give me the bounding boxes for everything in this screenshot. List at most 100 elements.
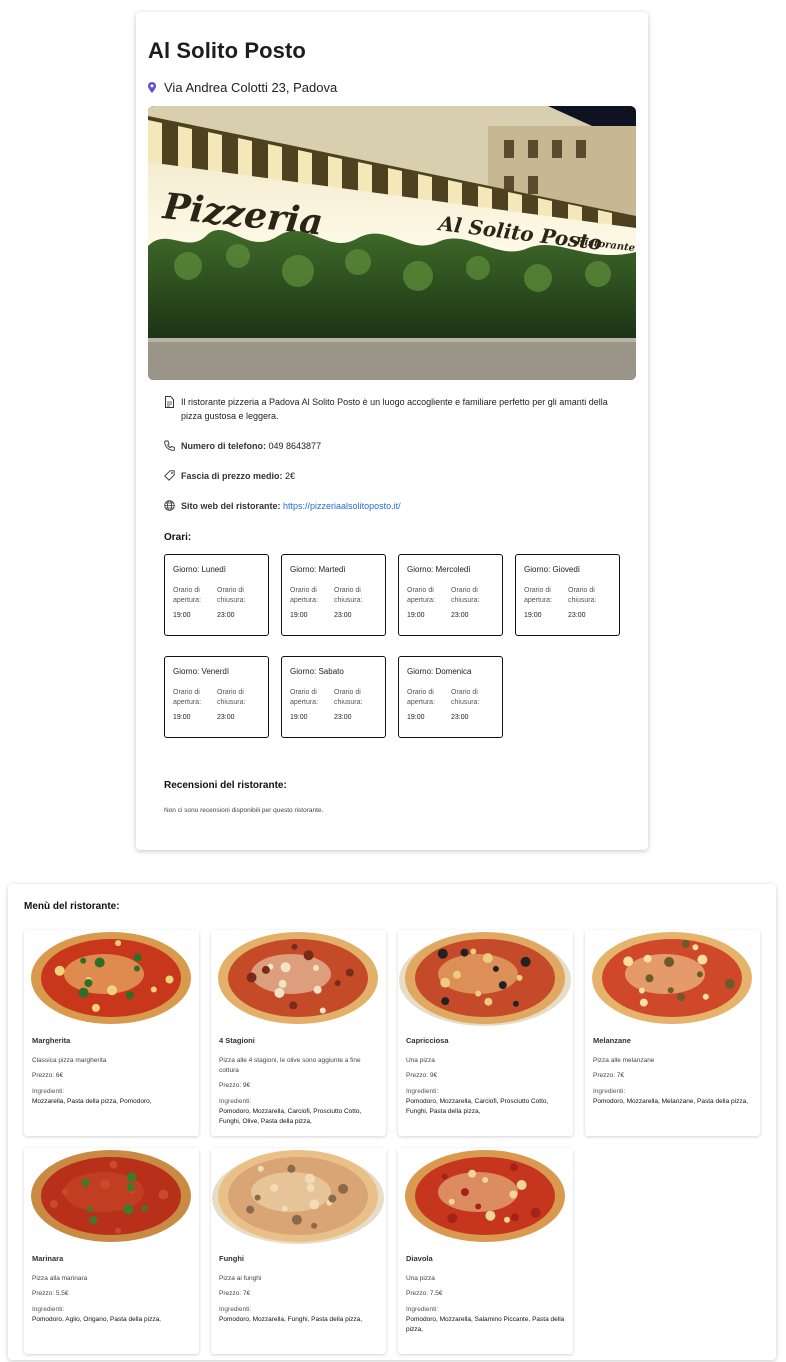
close-time: 23:00 [334, 714, 352, 721]
open-time: 19:00 [290, 714, 308, 721]
website-link[interactable]: https://pizzeriaalsolitoposto.it/ [283, 501, 401, 511]
hours-day-box: Giorno: Giovedì Orario di apertura: Orario … [515, 554, 620, 636]
pizza-name: Funghi [219, 1254, 244, 1263]
close-time: 23:00 [568, 612, 586, 619]
location-pin-icon [148, 82, 156, 93]
pizza-card[interactable]: Melanzane Pizza alle melanzane Prezzo: 7€ I… [585, 930, 760, 1136]
ingredients-label: Ingredienti: [219, 1306, 252, 1313]
pizza-card[interactable]: Marinara Pizza alla marinara Prezzo: 5.5€ I… [24, 1148, 199, 1354]
pizza-photo [398, 1148, 573, 1244]
hours-day-box: Giorno: Lunedì Orario di apertura: Orario d… [164, 554, 269, 636]
menu-card: Menù del ristorante: Margherita Classica … [8, 884, 776, 1360]
pizza-ingredients: Pomodoro, Mozzarella, Salamino Piccante,… [406, 1316, 565, 1333]
hours-title: Orari: [164, 532, 192, 543]
pizza-photo [211, 1148, 386, 1244]
close-label: Orario di chiusura: [451, 689, 480, 707]
pizza-ingredients: Pomodoro, Aglio, Origano, Pasta della pi… [32, 1316, 161, 1323]
close-time: 23:00 [217, 612, 235, 619]
hours-day-box: Giorno: Domenica Orario di apertura: Orario… [398, 656, 503, 738]
phone-icon [164, 440, 178, 456]
website-label: Sito web del ristorante: [181, 501, 281, 511]
close-time: 23:00 [334, 612, 352, 619]
globe-icon [164, 500, 178, 516]
day-name: Giorno: Domenica [407, 667, 472, 676]
day-name: Giorno: Lunedì [173, 565, 226, 574]
ingredients-label: Ingredienti: [32, 1306, 65, 1313]
open-label: Orario di apertura: [290, 689, 319, 707]
open-label: Orario di apertura: [290, 587, 319, 605]
pizza-ingredients: Pomodoro, Mozzarella, Funghi, Pasta dell… [219, 1316, 363, 1323]
restaurant-photo: Pizzeria Al Solito Posto Ristorante [148, 106, 636, 380]
close-label: Orario di chiusura: [568, 587, 597, 605]
pizza-card[interactable]: Capricciosa Una pizza Prezzo: 9€ Ingredient… [398, 930, 573, 1136]
price-value: 2€ [285, 471, 296, 481]
pizza-photo [585, 930, 760, 1026]
close-time: 23:00 [217, 714, 235, 721]
phone-row: Numero di telefono: 049 8643877 [164, 440, 614, 456]
pizza-price: Prezzo: 9€ [219, 1082, 251, 1089]
pizza-name: 4 Stagioni [219, 1036, 255, 1045]
pizza-price: Prezzo: 9€ [406, 1072, 438, 1079]
pizza-card[interactable]: Margherita Classica pizza margherita Prezz… [24, 930, 199, 1136]
hours-day-box: Giorno: Sabato Orario di apertura: Orario d… [281, 656, 386, 738]
pizza-description: Classica pizza margherita [32, 1057, 107, 1064]
website-row: Sito web del ristorante: https://pizzeri… [164, 500, 614, 516]
open-label: Orario di apertura: [407, 689, 436, 707]
close-label: Orario di chiusura: [217, 587, 246, 605]
restaurant-name: Al Solito Posto [148, 38, 306, 63]
pizza-ingredients: Mozzarella, Pasta della pizza, Pomodoro, [32, 1098, 152, 1105]
pizza-name: Marinara [32, 1254, 64, 1263]
close-label: Orario di chiusura: [334, 689, 363, 707]
pizza-ingredients: Pomodoro, Mozzarella, Carciofi, Prosciut… [406, 1098, 549, 1115]
pizza-description: Una pizza [406, 1057, 435, 1064]
restaurant-address: Via Andrea Colotti 23, Padova [148, 80, 337, 95]
open-label: Orario di apertura: [524, 587, 553, 605]
pizza-name: Capricciosa [406, 1036, 449, 1045]
pizza-price: Prezzo: 7€ [593, 1072, 625, 1079]
pizza-photo [24, 1148, 199, 1244]
hours-day-box: Giorno: Venerdì Orario di apertura: Orario … [164, 656, 269, 738]
day-name: Giorno: Giovedì [524, 565, 581, 574]
restaurant-card: Al Solito Posto Via Andrea Colotti 23, P… [136, 12, 648, 850]
document-icon [164, 396, 178, 424]
close-label: Orario di chiusura: [334, 587, 363, 605]
hours-day-box: Giorno: Martedì Orario di apertura: Orario … [281, 554, 386, 636]
pizza-description: Pizza alla marinara [32, 1275, 88, 1282]
close-label: Orario di chiusura: [451, 587, 480, 605]
price-label: Fascia di prezzo medio: [181, 471, 283, 481]
pizza-photo [211, 930, 386, 1026]
pizza-photo [24, 930, 199, 1026]
pizza-card[interactable]: Diavola Una pizza Prezzo: 7.5€ Ingredienti:… [398, 1148, 573, 1354]
description-text: Il ristorante pizzeria a Padova Al Solit… [181, 397, 608, 421]
pizza-card[interactable]: Funghi Pizza ai funghi Prezzo: 7€ Ingredien… [211, 1148, 386, 1354]
ingredients-label: Ingredienti: [593, 1088, 626, 1095]
ingredients-label: Ingredienti: [219, 1098, 252, 1105]
pizza-price: Prezzo: 6€ [32, 1072, 64, 1079]
pizza-price: Prezzo: 5.5€ [32, 1290, 69, 1297]
phone-label: Numero di telefono: [181, 441, 266, 451]
open-label: Orario di apertura: [407, 587, 436, 605]
day-name: Giorno: Martedì [290, 565, 346, 574]
open-time: 19:00 [407, 714, 425, 721]
open-time: 19:00 [173, 714, 191, 721]
ingredients-label: Ingredienti: [32, 1088, 65, 1095]
pizza-price: Prezzo: 7€ [219, 1290, 251, 1297]
pizza-ingredients: Pomodoro, Mozzarella, Carciofi, Prosciut… [219, 1108, 362, 1125]
open-label: Orario di apertura: [173, 587, 202, 605]
pizza-description: Pizza alle 4 stagioni, le olive sono agg… [219, 1057, 361, 1074]
pizza-price: Prezzo: 7.5€ [406, 1290, 443, 1297]
phone-value: 049 8643877 [268, 441, 322, 451]
close-label: Orario di chiusura: [217, 689, 246, 707]
pizza-card[interactable]: 4 Stagioni Pizza alle 4 stagioni, le oliv… [211, 930, 386, 1136]
day-name: Giorno: Venerdì [173, 667, 230, 676]
open-time: 19:00 [524, 612, 542, 619]
open-label: Orario di apertura: [173, 689, 202, 707]
open-time: 19:00 [173, 612, 191, 619]
description-row: Il ristorante pizzeria a Padova Al Solit… [164, 396, 614, 424]
reviews-title: Recensioni del ristorante: [164, 780, 287, 791]
menu-title: Menù del ristorante: [24, 901, 120, 912]
pizza-description: Pizza ai funghi [219, 1275, 262, 1282]
pizza-name: Melanzane [593, 1036, 631, 1045]
ingredients-label: Ingredienti: [406, 1306, 439, 1313]
pizza-ingredients: Pomodoro, Mozzarella, Melanzane, Pasta d… [593, 1098, 748, 1105]
